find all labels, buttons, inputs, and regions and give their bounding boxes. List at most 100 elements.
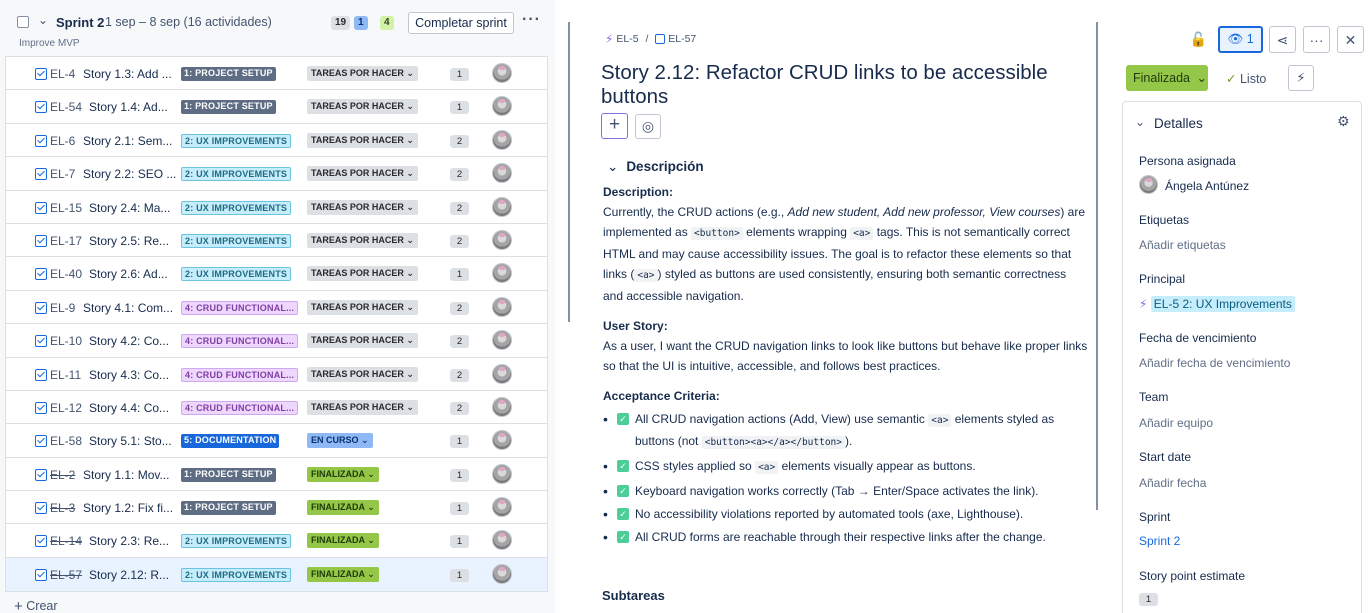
issue-key[interactable]: EL-9 (50, 301, 75, 315)
issue-title[interactable]: Story 2.1: Sem... (83, 134, 172, 148)
issue-title[interactable]: Story 4.2: Co... (89, 334, 169, 348)
epic-badge[interactable]: 1: PROJECT SETUP (181, 501, 276, 516)
table-row[interactable]: EL-3 Story 1.2: Fix fi... 1: PROJECT SETUP… (6, 491, 547, 525)
issue-title[interactable]: Story 2.4: Ma... (89, 201, 170, 215)
description-heading[interactable]: ⌄ Descripción (607, 159, 704, 175)
story-points-badge[interactable]: 2 (450, 134, 469, 148)
avatar[interactable] (492, 263, 512, 284)
table-row[interactable]: EL-40 Story 2.6: Ad... 2: UX IMPROVEMENTS T… (6, 257, 547, 291)
table-row[interactable]: EL-54 Story 1.4: Ad... 1: PROJECT SETUP TAR… (6, 90, 547, 124)
chevron-down-icon[interactable]: ⌄ (38, 13, 48, 27)
story-points-badge[interactable]: 1 (450, 468, 469, 482)
share-icon[interactable]: ⋖ (1269, 26, 1296, 53)
epic-badge[interactable]: 4: CRUD FUNCTIONAL... (181, 334, 299, 349)
avatar[interactable] (492, 229, 512, 250)
issue-key[interactable]: EL-57 (50, 568, 82, 582)
add-button[interactable]: + (601, 113, 628, 139)
story-points-badge[interactable]: 2 (450, 401, 469, 415)
status-dropdown[interactable]: TAREAS POR HACER ⌄ (307, 366, 418, 382)
table-row[interactable]: EL-57 Story 2.12: R... 2: UX IMPROVEMENTS F… (6, 557, 547, 592)
table-row[interactable]: EL-17 Story 2.5: Re... 2: UX IMPROVEMENTS T… (6, 223, 547, 258)
issue-title[interactable]: Story 1.4: Ad... (89, 100, 168, 114)
issue-key[interactable]: EL-2 (50, 468, 75, 482)
create-issue-button[interactable]: + Crear (14, 598, 58, 613)
status-dropdown[interactable]: TAREAS POR HACER ⌄ (307, 99, 418, 115)
table-row[interactable]: EL-58 Story 5.1: Sto... 5: DOCUMENTATION EN… (6, 424, 547, 458)
automation-button[interactable]: ⚡ (1288, 65, 1314, 91)
epic-badge[interactable]: 2: UX IMPROVEMENTS (181, 567, 292, 582)
issue-key[interactable]: EL-15 (50, 201, 82, 215)
status-dropdown[interactable]: FINALIZADA ⌄ (307, 533, 379, 549)
avatar[interactable] (492, 430, 512, 451)
story-points-badge[interactable]: 2 (450, 234, 469, 248)
avatar[interactable] (492, 463, 512, 484)
avatar[interactable] (492, 530, 512, 551)
apps-button[interactable]: ◎ (635, 114, 661, 139)
watch-button[interactable]: 👁 1 (1218, 26, 1263, 53)
story-points-badge[interactable]: 2 (450, 201, 469, 215)
chevron-down-icon[interactable]: ⌄ (1135, 115, 1145, 129)
more-icon[interactable]: ··· (1303, 26, 1330, 53)
status-dropdown[interactable]: FINALIZADA ⌄ (307, 566, 379, 582)
issue-title[interactable]: Story 4.4: Co... (89, 401, 169, 415)
table-row[interactable]: EL-6 Story 2.1: Sem... 2: UX IMPROVEMENTS T… (6, 123, 547, 158)
status-dropdown[interactable]: FINALIZADA ⌄ (307, 466, 379, 482)
lock-icon[interactable]: 🔓 (1185, 26, 1212, 53)
story-points-badge[interactable]: 1 (450, 68, 469, 81)
epic-badge[interactable]: 2: UX IMPROVEMENTS (181, 534, 292, 549)
epic-badge[interactable]: 2: UX IMPROVEMENTS (181, 267, 292, 282)
status-dropdown[interactable]: TAREAS POR HACER ⌄ (307, 166, 418, 182)
story-points-badge[interactable]: 1 (450, 568, 469, 582)
issue-key[interactable]: EL-4 (50, 67, 75, 81)
complete-sprint-button[interactable]: Completar sprint (408, 12, 514, 34)
avatar[interactable] (492, 497, 512, 518)
issue-title[interactable]: Story 1.3: Add ... (83, 67, 172, 81)
status-dropdown[interactable]: TAREAS POR HACER ⌄ (307, 399, 418, 415)
status-dropdown[interactable]: TAREAS POR HACER ⌄ (307, 66, 418, 81)
status-dropdown[interactable]: TAREAS POR HACER ⌄ (307, 266, 418, 282)
parent-value[interactable]: ⚡ EL-5 2: UX Improvements (1139, 296, 1295, 312)
issue-title[interactable]: Story 1.2: Fix fi... (83, 501, 173, 515)
avatar[interactable] (492, 196, 512, 217)
table-row[interactable]: EL-15 Story 2.4: Ma... 2: UX IMPROVEMENTS T… (6, 190, 547, 224)
avatar[interactable] (492, 129, 512, 150)
table-row[interactable]: EL-14 Story 2.3: Re... 2: UX IMPROVEMENTS F… (6, 524, 547, 558)
avatar[interactable] (492, 563, 512, 584)
avatar[interactable] (492, 163, 512, 184)
story-points-badge[interactable]: 2 (450, 301, 469, 315)
story-points-value[interactable]: 1 (1139, 593, 1158, 606)
status-dropdown[interactable]: TAREAS POR HACER ⌄ (307, 232, 418, 248)
story-points-badge[interactable]: 1 (450, 268, 469, 282)
issue-key[interactable]: EL-58 (50, 434, 82, 448)
table-row[interactable]: EL-9 Story 4.1: Com... 4: CRUD FUNCTIONAL.… (6, 290, 547, 325)
status-dropdown[interactable]: TAREAS POR HACER ⌄ (307, 132, 418, 148)
issue-key[interactable]: EL-11 (50, 368, 81, 382)
panel-divider[interactable] (568, 22, 570, 322)
story-points-badge[interactable]: 2 (450, 168, 469, 182)
sprint-more-icon[interactable]: ··· (522, 11, 541, 29)
breadcrumb-parent[interactable]: EL-5 (616, 33, 638, 45)
close-icon[interactable]: ✕ (1337, 26, 1364, 53)
epic-badge[interactable]: 2: UX IMPROVEMENTS (181, 167, 292, 182)
table-row[interactable]: EL-11 Story 4.3: Co... 4: CRUD FUNCTIONAL.… (6, 357, 547, 391)
issue-key[interactable]: EL-54 (50, 100, 82, 114)
table-row[interactable]: EL-2 Story 1.1: Mov... 1: PROJECT SETUP FIN… (6, 457, 547, 492)
story-points-badge[interactable]: 2 (450, 368, 469, 382)
details-title[interactable]: Detalles (1154, 116, 1203, 131)
issue-key[interactable]: EL-10 (50, 334, 82, 348)
issue-title[interactable]: Story 2.5: Re... (89, 234, 169, 248)
avatar[interactable] (492, 396, 512, 417)
status-dropdown[interactable]: EN CURSO ⌄ (307, 433, 373, 449)
status-dropdown[interactable]: TAREAS POR HACER ⌄ (307, 333, 418, 349)
avatar[interactable] (492, 330, 512, 351)
team-value[interactable]: Añadir equipo (1139, 416, 1213, 430)
issue-key[interactable]: EL-14 (50, 534, 82, 548)
due-date-value[interactable]: Añadir fecha de vencimiento (1139, 356, 1290, 370)
epic-badge[interactable]: 4: CRUD FUNCTIONAL... (181, 367, 299, 382)
issue-title[interactable]: Story 2.3: Re... (89, 534, 169, 548)
start-date-value[interactable]: Añadir fecha (1139, 476, 1206, 490)
avatar[interactable] (492, 63, 512, 83)
issue-title[interactable]: Story 2.12: Refactor CRUD links to be ac… (601, 61, 1071, 109)
gear-icon[interactable]: ⚙ (1337, 113, 1350, 130)
epic-badge[interactable]: 1: PROJECT SETUP (181, 67, 276, 81)
